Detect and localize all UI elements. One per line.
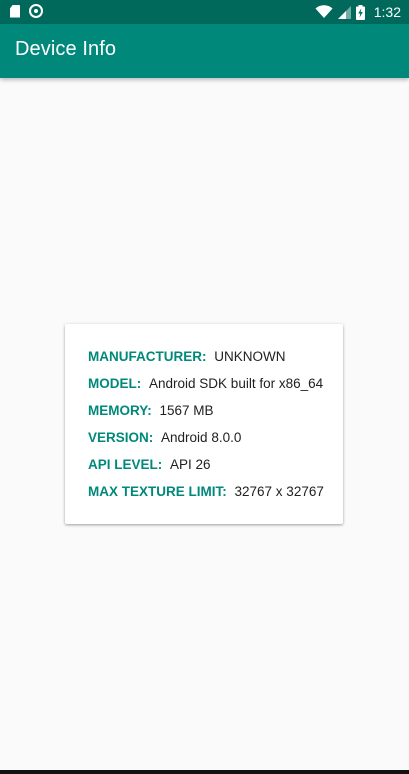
api-level-label: API LEVEL: — [88, 457, 163, 472]
info-row-max-texture-limit: MAX TEXTURE LIMIT: 32767 x 32767 — [88, 483, 324, 510]
info-row-model: MODEL: Android SDK built for x86_64 — [88, 375, 324, 402]
status-bar: 1:32 — [0, 0, 409, 24]
memory-label: MEMORY: — [88, 403, 152, 418]
info-row-version: VERSION: Android 8.0.0 — [88, 429, 324, 456]
version-value: Android 8.0.0 — [161, 430, 242, 445]
signal-icon — [337, 5, 351, 19]
api-level-value: API 26 — [170, 457, 211, 472]
info-row-memory: MEMORY: 1567 MB — [88, 402, 324, 429]
manufacturer-label: MANUFACTURER: — [88, 349, 207, 364]
app-title: Device Info — [15, 38, 117, 60]
device-info-list: MANUFACTURER: UNKNOWN MODEL: Android SDK… — [88, 348, 324, 510]
battery-charging-icon — [355, 4, 365, 20]
status-notifications — [10, 4, 43, 18]
model-value: Android SDK built for x86_64 — [149, 376, 324, 391]
app-bar: Device Info — [0, 24, 409, 78]
manufacturer-value: UNKNOWN — [214, 349, 286, 364]
max-texture-limit-label: MAX TEXTURE LIMIT: — [88, 484, 227, 499]
device-info-screen: 1:32 Device Info MANUFACTURER: UNKNOWN M… — [0, 0, 409, 774]
info-row-api-level: API LEVEL: API 26 — [88, 456, 324, 483]
status-system-icons: 1:32 — [315, 2, 401, 22]
max-texture-limit-value: 32767 x 32767 — [234, 484, 324, 499]
info-row-manufacturer: MANUFACTURER: UNKNOWN — [88, 348, 324, 375]
sd-card-icon — [10, 4, 20, 18]
device-info-card: MANUFACTURER: UNKNOWN MODEL: Android SDK… — [65, 324, 343, 524]
wifi-icon — [315, 5, 333, 18]
model-label: MODEL: — [88, 376, 142, 391]
status-time: 1:32 — [373, 4, 401, 20]
version-label: VERSION: — [88, 430, 154, 445]
navigation-bar-edge — [0, 770, 409, 774]
memory-value: 1567 MB — [159, 403, 214, 418]
sync-icon — [29, 4, 43, 18]
